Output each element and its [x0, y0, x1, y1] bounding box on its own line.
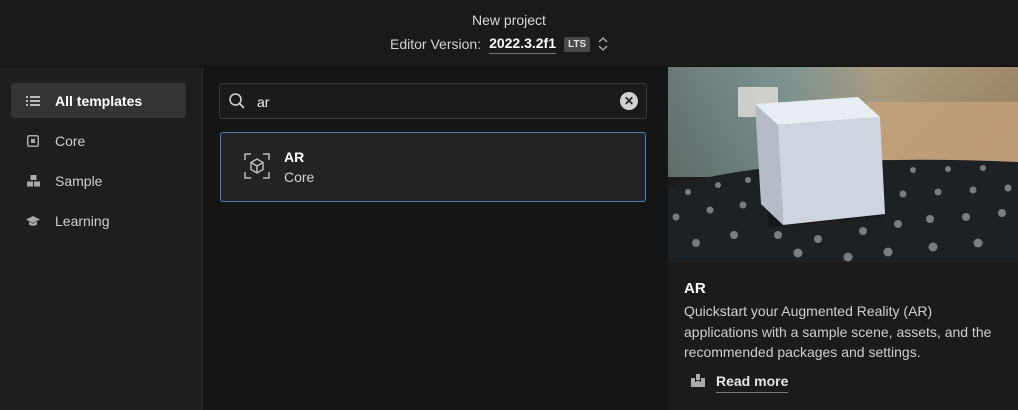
core-square-icon [25, 133, 41, 149]
lts-badge: LTS [564, 36, 591, 52]
sidebar-item-learning[interactable]: Learning [11, 203, 186, 238]
search-box[interactable]: ✕ [219, 83, 647, 119]
sidebar-item-sample[interactable]: Sample [11, 163, 186, 198]
read-more-link[interactable]: Read more [690, 373, 789, 393]
editor-version-select[interactable]: 2022.3.2f1 LTS [489, 35, 608, 54]
header: New project Editor Version: 2022.3.2f1 L… [0, 0, 1018, 67]
sidebar: All templates Core Sample Learning [0, 67, 203, 410]
page-title: New project [472, 12, 546, 28]
sidebar-item-label: All templates [55, 92, 143, 109]
sidebar-item-label: Sample [55, 172, 103, 189]
read-more-label: Read more [716, 373, 789, 393]
ar-cube-icon [243, 152, 271, 180]
template-detail-title: AR [684, 280, 706, 297]
editor-version-row: Editor Version: 2022.3.2f1 LTS [390, 33, 608, 55]
search-icon [228, 92, 246, 110]
editor-version-value[interactable]: 2022.3.2f1 [489, 35, 557, 54]
editor-version-label: Editor Version: [390, 36, 482, 52]
template-details-panel: AR Quickstart your Augmented Reality (AR… [668, 67, 1018, 410]
graduation-cap-icon [25, 213, 41, 229]
list-icon [25, 93, 41, 109]
sidebar-item-all-templates[interactable]: All templates [11, 83, 186, 118]
template-detail-description: Quickstart your Augmented Reality (AR) a… [684, 303, 992, 360]
template-preview-image [668, 67, 1018, 262]
chevron-up-down-icon[interactable] [598, 37, 608, 51]
sidebar-item-label: Core [55, 132, 86, 149]
clear-search-icon[interactable]: ✕ [620, 92, 638, 110]
template-list-panel: ✕ AR Core [203, 67, 667, 410]
sidebar-item-label: Learning [55, 212, 110, 229]
search-input[interactable] [255, 90, 599, 114]
template-card-ar[interactable]: AR Core [220, 132, 646, 202]
template-card-title: AR [284, 149, 305, 165]
template-card-category: Core [284, 169, 315, 185]
book-icon [690, 373, 706, 393]
sample-blocks-icon [25, 173, 41, 189]
sidebar-item-core[interactable]: Core [11, 123, 186, 158]
